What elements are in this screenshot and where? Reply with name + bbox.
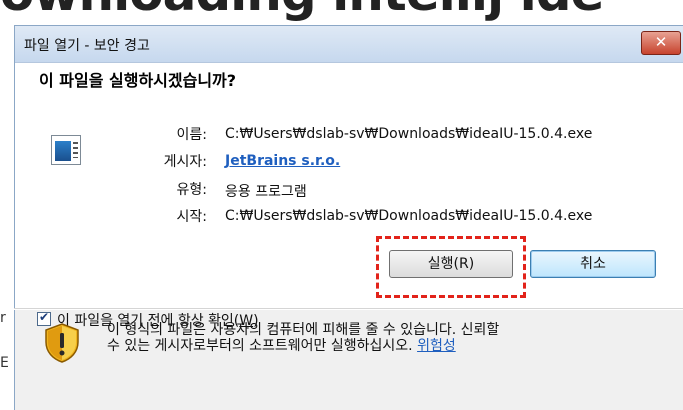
from-label: 시작: <box>176 209 207 225</box>
name-value: C:₩Users₩dslab-sv₩Downloads₩ideaIU-15.0.… <box>225 126 593 142</box>
application-window-icon <box>51 135 81 165</box>
warning-message: 이 형식의 파일은 사용자의 컴퓨터에 피해를 줄 수 있습니다. 신뢰할 수 … <box>107 322 667 354</box>
warning-line-1: 이 형식의 파일은 사용자의 컴퓨터에 피해를 줄 수 있습니다. 신뢰할 <box>107 322 500 338</box>
type-value: 응용 프로그램 <box>225 184 307 200</box>
risk-link[interactable]: 위험성 <box>417 338 456 354</box>
divider-highlight <box>14 309 683 310</box>
background-page-left-strip: r E <box>0 95 14 410</box>
dialog-titlebar[interactable]: 파일 열기 - 보안 경고 ✕ <box>15 26 683 63</box>
cancel-button[interactable]: 취소 <box>530 250 656 278</box>
warning-line-2: 수 있는 게시자로부터의 소프트웨어만 실행하십시오. 위험성 <box>107 338 456 354</box>
from-value: C:₩Users₩dslab-sv₩Downloads₩ideaIU-15.0.… <box>225 208 593 224</box>
publisher-link[interactable]: JetBrains s.r.o. <box>225 153 340 169</box>
background-glyph: r <box>0 310 6 326</box>
shield-warning-icon <box>45 323 79 363</box>
publisher-label: 게시자: <box>163 154 207 170</box>
background-glyph: E <box>0 355 9 371</box>
dialog-title: 파일 열기 - 보안 경고 <box>24 38 150 54</box>
close-button[interactable]: ✕ <box>641 31 681 55</box>
run-question: 이 파일을 실행하시겠습니까? <box>39 71 237 90</box>
red-dashed-highlight <box>376 236 526 298</box>
background-page-heading: ownloading intellij ide <box>0 0 683 22</box>
close-icon: ✕ <box>654 33 668 51</box>
name-label: 이름: <box>176 127 207 143</box>
type-label: 유형: <box>176 182 207 198</box>
